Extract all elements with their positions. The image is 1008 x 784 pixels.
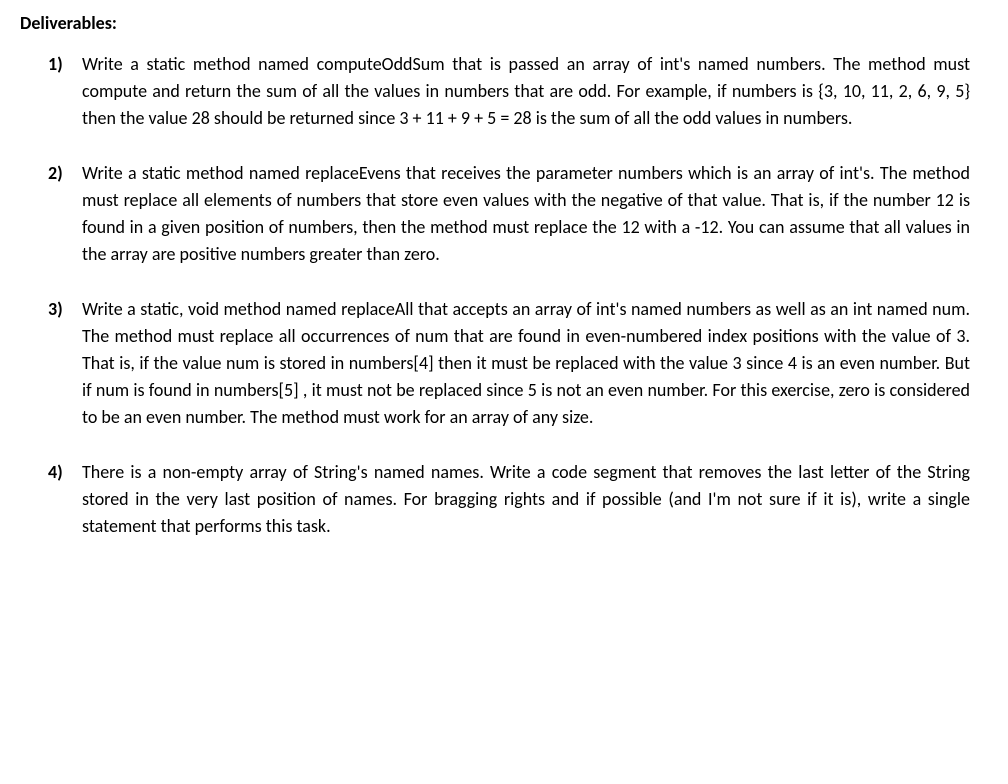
deliverables-list: 1) Write a static method named computeOd… bbox=[20, 51, 970, 540]
item-number: 2) bbox=[48, 160, 63, 187]
item-text: Write a static method named computeOddSu… bbox=[82, 53, 970, 129]
item-text: Write a static, void method named replac… bbox=[82, 298, 970, 428]
list-item: 3) Write a static, void method named rep… bbox=[48, 296, 970, 431]
deliverables-heading: Deliverables: bbox=[20, 10, 970, 37]
list-item: 1) Write a static method named computeOd… bbox=[48, 51, 970, 132]
item-number: 3) bbox=[48, 296, 63, 323]
list-item: 2) Write a static method named replaceEv… bbox=[48, 160, 970, 268]
list-item: 4) There is a non-empty array of String'… bbox=[48, 459, 970, 540]
item-number: 4) bbox=[48, 459, 63, 486]
item-text: There is a non-empty array of String's n… bbox=[82, 461, 970, 537]
item-text: Write a static method named replaceEvens… bbox=[82, 162, 970, 265]
item-number: 1) bbox=[48, 51, 63, 78]
